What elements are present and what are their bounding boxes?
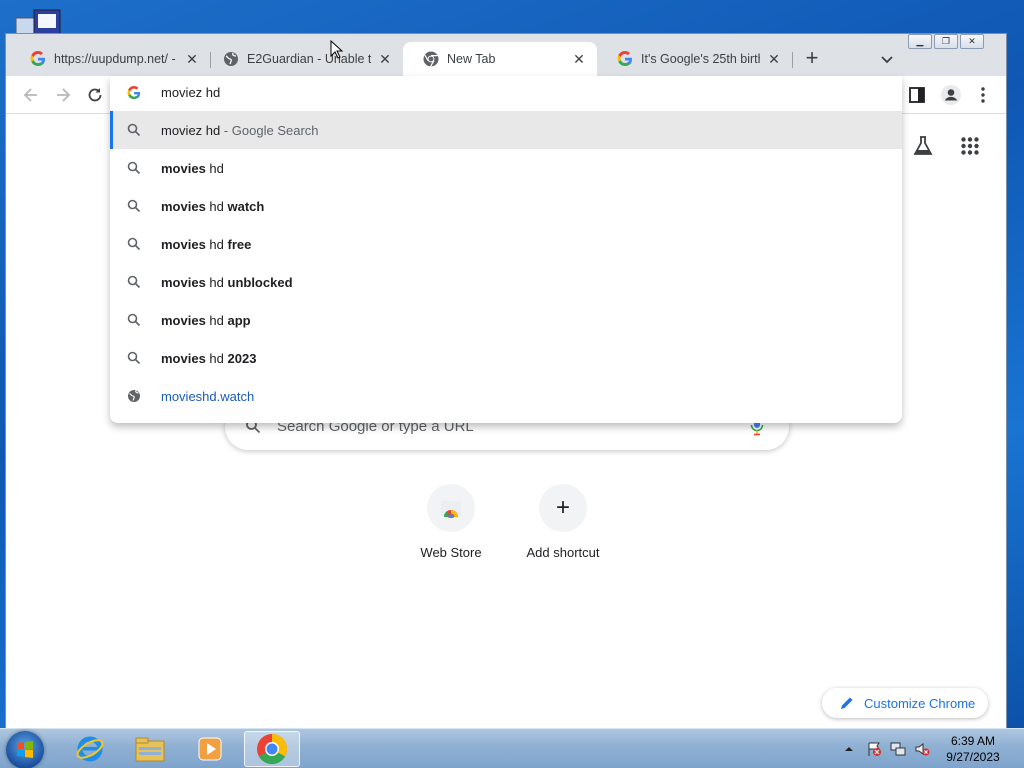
tab-google-birthday[interactable]: It's Google's 25th birthd ✕ bbox=[597, 42, 792, 76]
tab-separator bbox=[792, 52, 793, 68]
shortcut-tile bbox=[427, 484, 475, 532]
media-player-icon bbox=[198, 737, 222, 761]
suggestion-item[interactable]: movies hd app bbox=[110, 301, 902, 339]
google-g-icon bbox=[617, 51, 632, 66]
search-icon bbox=[127, 237, 141, 251]
suggestion-item[interactable]: movies hd 2023 bbox=[110, 339, 902, 377]
search-icon bbox=[127, 123, 141, 137]
reload-icon[interactable] bbox=[85, 85, 105, 105]
side-panel-icon[interactable] bbox=[908, 86, 926, 104]
chrome-icon bbox=[257, 734, 288, 765]
shortcut-label: Add shortcut bbox=[526, 545, 600, 560]
suggestion-url[interactable]: movieshd.watch bbox=[110, 377, 902, 415]
google-g-icon bbox=[30, 51, 45, 66]
back-arrow-icon[interactable] bbox=[21, 85, 41, 105]
suggestion-item[interactable]: movies hd free bbox=[110, 225, 902, 263]
suggestion-google-search[interactable]: moviez hd - Google Search bbox=[110, 111, 902, 149]
suggestion-url-text: movieshd.watch bbox=[161, 388, 255, 404]
tab-new-tab[interactable]: New Tab ✕ bbox=[403, 42, 597, 76]
globe-icon bbox=[128, 390, 140, 402]
kebab-menu-icon[interactable] bbox=[976, 86, 990, 104]
suggestion-item[interactable]: movies hd bbox=[110, 149, 902, 187]
tab-close-icon[interactable]: ✕ bbox=[571, 51, 587, 68]
pencil-icon bbox=[841, 697, 853, 709]
suggestion-text: movies hd watch bbox=[161, 198, 265, 214]
suggestion-text: movies hd free bbox=[161, 236, 252, 252]
file-explorer-icon bbox=[135, 737, 165, 762]
customize-chrome-button[interactable]: Customize Chrome bbox=[822, 688, 988, 718]
tab-close-icon[interactable]: ✕ bbox=[377, 51, 393, 68]
shortcut-add[interactable]: + Add shortcut bbox=[507, 484, 619, 560]
tab-close-icon[interactable]: ✕ bbox=[766, 51, 782, 68]
search-icon bbox=[127, 351, 141, 365]
mouse-cursor-icon bbox=[330, 40, 344, 59]
windows-logo-icon bbox=[17, 741, 33, 758]
google-g-icon bbox=[127, 86, 141, 100]
chrome-labs-flask-icon[interactable] bbox=[912, 135, 934, 157]
shortcut-web-store[interactable]: Web Store bbox=[395, 484, 507, 560]
tab-title: New Tab bbox=[447, 52, 496, 66]
plus-icon: + bbox=[539, 484, 587, 532]
tab-uupdump[interactable]: https://uupdump.net/ - ✕ bbox=[10, 42, 210, 76]
suggestion-text: movies hd 2023 bbox=[161, 350, 257, 366]
show-hidden-icons-chevron-icon[interactable] bbox=[843, 741, 855, 757]
suggestion-text: movies hd bbox=[161, 160, 224, 176]
chrome-icon bbox=[423, 51, 439, 67]
customize-label: Customize Chrome bbox=[864, 695, 976, 711]
internet-explorer-icon bbox=[76, 736, 104, 762]
forward-arrow-icon[interactable] bbox=[53, 85, 73, 105]
clock-date: 9/27/2023 bbox=[946, 750, 1000, 764]
omnibox-input-row bbox=[110, 76, 902, 110]
omnibox-dropdown: moviez hd - Google Search movies hd movi… bbox=[110, 76, 902, 423]
tab-title: E2Guardian - Unable to bbox=[247, 52, 371, 66]
tab-e2guardian[interactable]: E2Guardian - Unable to ✕ bbox=[203, 42, 403, 76]
system-clock[interactable]: 6:39 AM 9/27/2023 bbox=[930, 733, 1016, 765]
new-tab-button[interactable]: + bbox=[801, 47, 823, 70]
chevron-down-icon[interactable] bbox=[878, 50, 896, 68]
search-icon bbox=[127, 275, 141, 289]
web-store-icon bbox=[441, 501, 461, 518]
search-icon bbox=[127, 161, 141, 175]
clock-time: 6:39 AM bbox=[950, 734, 996, 748]
suggestion-text: moviez hd - Google Search bbox=[161, 122, 319, 138]
omnibox-input[interactable] bbox=[161, 85, 761, 100]
tab-strip: https://uupdump.net/ - ✕ E2Guardian - Un… bbox=[6, 42, 1006, 76]
suggestion-text: movies hd app bbox=[161, 312, 251, 328]
suggestion-text: movies hd unblocked bbox=[161, 274, 293, 290]
volume-muted-icon[interactable] bbox=[914, 741, 930, 757]
start-button[interactable] bbox=[6, 731, 44, 768]
search-icon bbox=[127, 313, 141, 327]
suggestion-item[interactable]: movies hd unblocked bbox=[110, 263, 902, 301]
network-icon[interactable] bbox=[890, 741, 906, 757]
globe-icon bbox=[224, 52, 238, 66]
action-center-flag-icon[interactable] bbox=[866, 741, 882, 757]
taskbar-file-explorer[interactable] bbox=[122, 731, 178, 767]
taskbar-media-player[interactable] bbox=[182, 731, 238, 767]
tab-title: https://uupdump.net/ - bbox=[54, 52, 176, 66]
taskbar-chrome[interactable] bbox=[244, 731, 300, 767]
tab-close-icon[interactable]: ✕ bbox=[184, 51, 200, 68]
taskbar-internet-explorer[interactable] bbox=[62, 731, 118, 767]
tab-title: It's Google's 25th birthd bbox=[641, 52, 760, 66]
profile-avatar-icon[interactable] bbox=[940, 84, 962, 106]
search-icon bbox=[127, 199, 141, 213]
desktop-computer-icon[interactable] bbox=[16, 8, 62, 36]
shortcut-label: Web Store bbox=[420, 545, 482, 560]
google-apps-grid-icon[interactable] bbox=[961, 137, 979, 155]
windows-taskbar: 6:39 AM 9/27/2023 bbox=[0, 728, 1024, 768]
suggestion-item[interactable]: movies hd watch bbox=[110, 187, 902, 225]
